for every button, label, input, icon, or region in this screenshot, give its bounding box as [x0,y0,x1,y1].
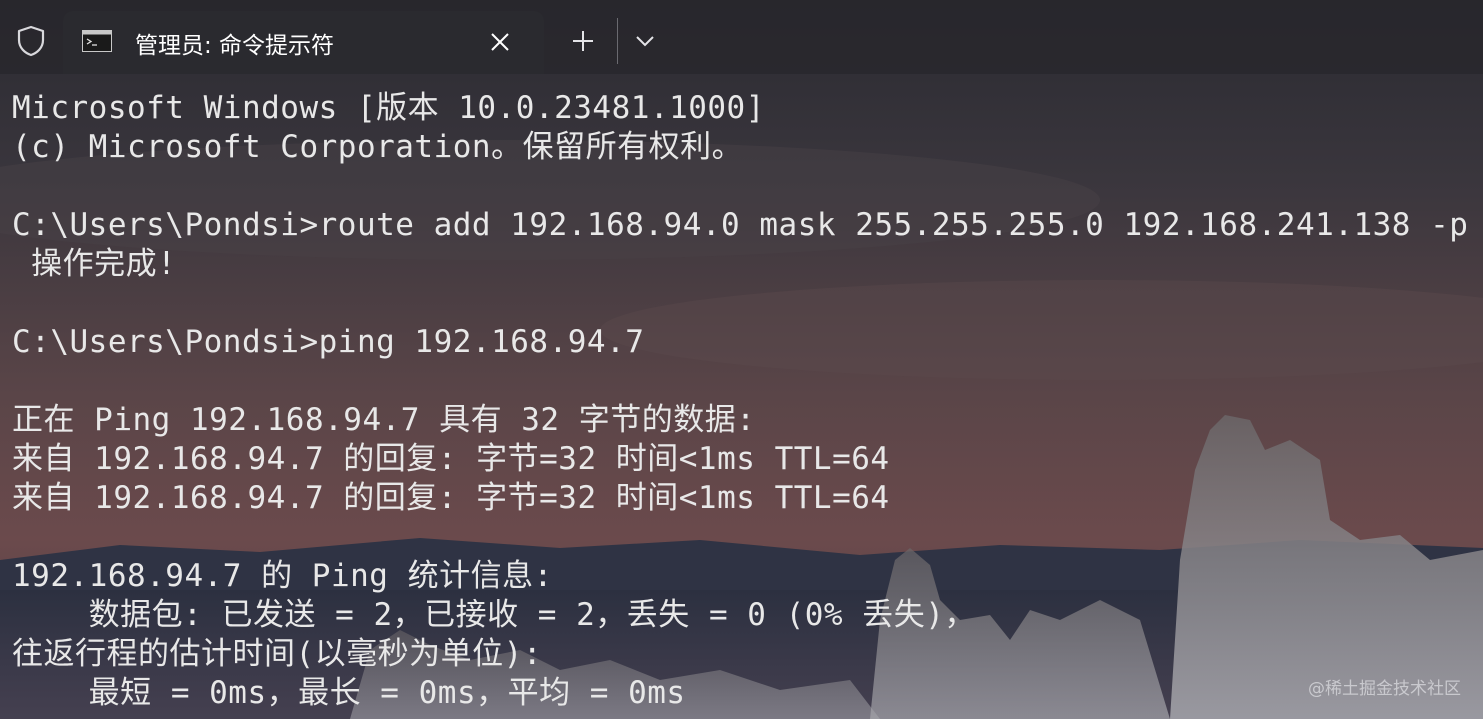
watermark: @稀土掘金技术社区 [1308,679,1461,699]
terminal-line: 往返行程的估计时间(以毫秒为单位): [12,636,542,672]
terminal-line: 来自 192.168.94.7 的回复: 字节=32 时间<1ms TTL=64 [12,441,890,477]
close-icon[interactable] [483,25,517,59]
terminal-line: 操作完成! [12,246,177,282]
terminal-line: C:\Users\Pondsi>route add 192.168.94.0 m… [12,207,1469,243]
title-bar: 管理员: 命令提示符 [0,0,1483,74]
chevron-down-icon[interactable] [628,26,662,56]
tab-title: 管理员: 命令提示符 [135,33,335,59]
terminal-line: C:\Users\Pondsi>ping 192.168.94.7 [12,324,645,360]
terminal-line: 数据包: 已发送 = 2，已接收 = 2，丢失 = 0 (0% 丢失)， [12,597,976,633]
terminal-line: 最短 = 0ms，最长 = 0ms，平均 = 0ms [12,675,686,711]
terminal-line: 正在 Ping 192.168.94.7 具有 32 字节的数据: [12,402,756,438]
terminal-line: (c) Microsoft Corporation。保留所有权利。 [12,129,744,165]
tab-command-prompt[interactable]: 管理员: 命令提示符 [63,11,544,74]
terminal-line: Microsoft Windows [版本 10.0.23481.1000] [12,90,765,126]
terminal-line: 192.168.94.7 的 Ping 统计信息: [12,558,553,594]
terminal-output[interactable]: Microsoft Windows [版本 10.0.23481.1000] (… [12,89,1468,713]
plus-icon[interactable] [563,24,603,58]
cmd-icon [82,30,112,52]
terminal-line: 来自 192.168.94.7 的回复: 字节=32 时间<1ms TTL=64 [12,480,890,516]
tab-divider [617,18,618,64]
shield-icon [17,25,45,57]
